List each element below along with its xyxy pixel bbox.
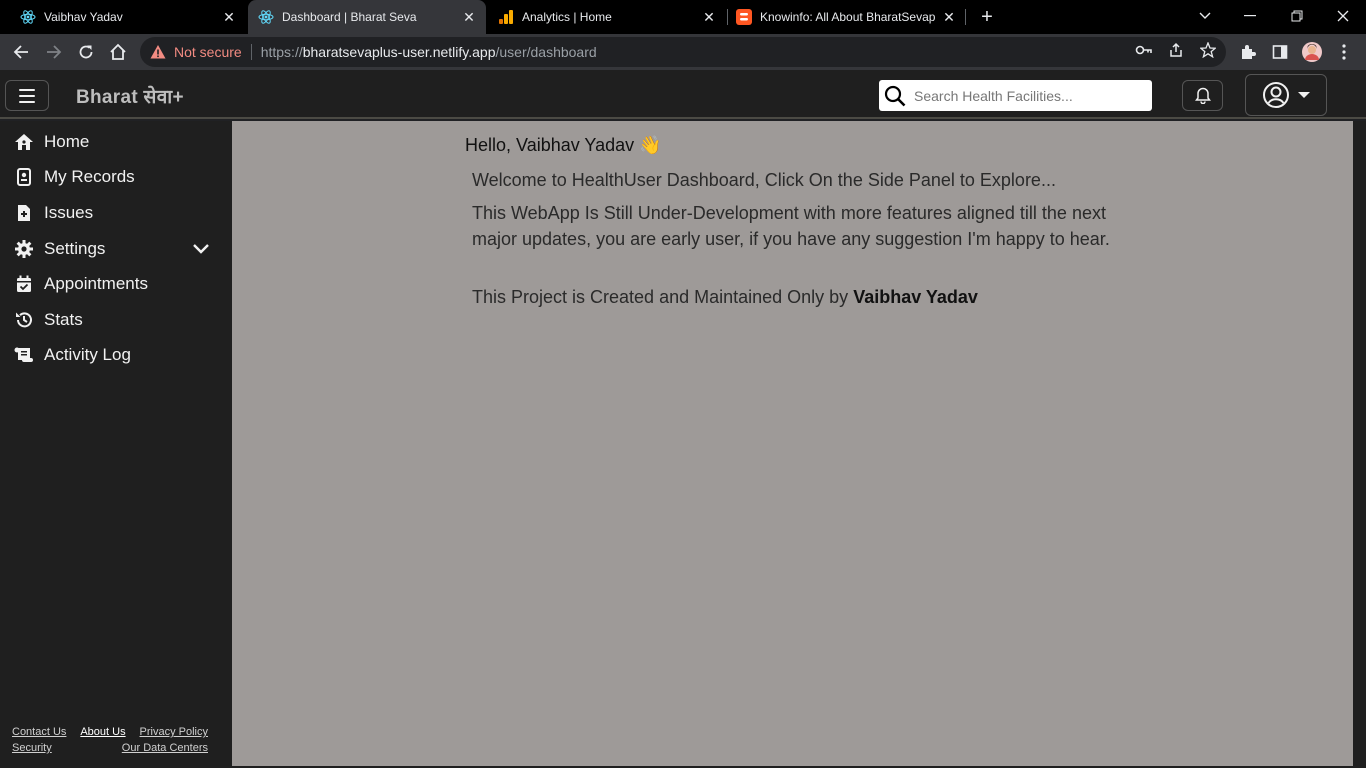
tab-vaibhav-yadav[interactable]: Vaibhav Yadav ✕	[0, 0, 246, 34]
sidebar-item-appointments[interactable]: Appointments	[0, 267, 232, 301]
react-icon	[20, 9, 36, 25]
notice-text: This WebApp Is Still Under-Development w…	[472, 203, 1110, 249]
window-close-icon[interactable]	[1331, 5, 1355, 27]
contact-us-link[interactable]: Contact Us	[12, 724, 66, 740]
browser-toolbar: Not secure https://bharatsevaplus-user.n…	[0, 34, 1366, 70]
search-box	[879, 80, 1152, 111]
records-icon	[14, 167, 34, 187]
security-label[interactable]: Not secure	[174, 44, 242, 60]
warning-icon[interactable]	[150, 44, 166, 60]
sidebar-footer: Contact Us About Us Privacy Policy Secur…	[12, 724, 208, 756]
sidebar-item-label: Home	[44, 132, 90, 151]
tab-title: Analytics | Home	[522, 10, 612, 24]
extensions-icon[interactable]	[1237, 41, 1259, 63]
brand-logo-text[interactable]: Bharat सेवा+	[76, 83, 184, 109]
user-menu-button[interactable]	[1245, 74, 1327, 116]
sidebar-item-label: Settings	[44, 239, 106, 258]
analytics-icon	[498, 9, 514, 25]
key-icon[interactable]	[1135, 41, 1153, 59]
close-icon[interactable]: ✕	[940, 8, 958, 26]
sidebar-item-home[interactable]: Home	[0, 125, 232, 159]
data-centers-link[interactable]: Our Data Centers	[122, 740, 208, 756]
notifications-button[interactable]	[1182, 80, 1223, 111]
calendar-icon	[14, 274, 34, 294]
new-tab-button[interactable]: +	[976, 7, 998, 27]
forward-icon[interactable]	[40, 38, 68, 66]
sidebar-item-label: Activity Log	[44, 345, 131, 364]
sidebar-item-issues[interactable]: Issues	[0, 196, 232, 230]
sidebar: Home My Records Issues Settings Appointm…	[0, 121, 232, 768]
back-icon[interactable]	[7, 38, 35, 66]
url-host: bharatsevaplus-user.netlify.app	[302, 44, 496, 60]
tab-separator	[965, 9, 966, 25]
reload-icon[interactable]	[72, 38, 100, 66]
url-text[interactable]: https://bharatsevaplus-user.netlify.app/…	[261, 44, 597, 60]
about-us-link[interactable]: About Us	[80, 724, 125, 740]
more-menu-icon[interactable]	[1333, 41, 1355, 63]
credit-prefix: This Project is Created and Maintained O…	[472, 287, 854, 307]
privacy-policy-link[interactable]: Privacy Policy	[140, 724, 208, 740]
share-icon[interactable]	[1167, 41, 1185, 59]
close-icon[interactable]: ✕	[700, 8, 718, 26]
chevron-down-icon[interactable]	[192, 240, 210, 258]
history-icon	[14, 310, 34, 330]
restore-icon[interactable]	[1285, 5, 1309, 27]
url-path: /user/dashboard	[495, 44, 597, 60]
divider	[250, 44, 252, 60]
hamburger-icon	[19, 88, 35, 103]
sidebar-item-activity-log[interactable]: Activity Log	[0, 338, 232, 372]
sidebar-toggle-button[interactable]	[5, 80, 49, 111]
scrollbar-track[interactable]	[1353, 121, 1366, 766]
sidebar-item-stats[interactable]: Stats	[0, 303, 232, 337]
search-icon[interactable]	[882, 83, 908, 109]
welcome-text: Welcome to HealthUser Dashboard, Click O…	[472, 170, 1056, 190]
bell-icon	[1194, 87, 1211, 104]
issues-icon	[14, 203, 34, 223]
tab-title: Vaibhav Yadav	[44, 10, 123, 24]
user-circle-icon	[1263, 82, 1289, 108]
credit-text: This Project is Created and Maintained O…	[472, 284, 1132, 310]
home-browser-icon[interactable]	[104, 38, 132, 66]
star-icon[interactable]	[1199, 41, 1217, 59]
sidebar-item-label: My Records	[44, 167, 135, 186]
sidebar-item-label: Stats	[44, 310, 83, 329]
url-scheme: https://	[260, 44, 303, 60]
profile-avatar-icon[interactable]	[1301, 41, 1323, 63]
address-bar[interactable]: Not secure https://bharatsevaplus-user.n…	[140, 37, 1226, 67]
minimize-icon[interactable]	[1238, 5, 1262, 27]
tab-analytics[interactable]: Analytics | Home ✕	[488, 0, 726, 34]
tab-title: Dashboard | Bharat Seva	[282, 10, 417, 24]
greeting-heading: Hello, Vaibhav Yadav 👋	[465, 135, 662, 155]
close-icon[interactable]: ✕	[460, 8, 478, 26]
tab-search-icon[interactable]	[1193, 5, 1217, 27]
search-input[interactable]	[914, 87, 1144, 104]
sidebar-item-label: Appointments	[44, 274, 148, 293]
sidebar-item-label: Issues	[44, 203, 94, 222]
security-link[interactable]: Security	[12, 740, 52, 756]
caret-down-icon	[1298, 92, 1310, 98]
blogger-icon	[736, 9, 752, 25]
sidebar-item-my-records[interactable]: My Records	[0, 160, 232, 194]
scroll-icon	[14, 345, 34, 365]
browser-tab-strip: Vaibhav Yadav ✕ Dashboard | Bharat Seva …	[0, 0, 1366, 34]
close-icon[interactable]: ✕	[220, 8, 238, 26]
app-header: Bharat सेवा+	[0, 70, 1366, 119]
react-icon	[258, 9, 274, 25]
sidebar-item-settings[interactable]: Settings	[0, 232, 232, 266]
tab-title: Knowinfo: All About BharatSevap	[760, 10, 936, 24]
main-content: Hello, Vaibhav Yadav 👋 Welcome to Health…	[232, 121, 1353, 766]
tab-knowinfo[interactable]: Knowinfo: All About BharatSevap ✕	[728, 0, 966, 34]
home-icon	[14, 132, 34, 152]
credit-author: Vaibhav Yadav	[853, 287, 978, 307]
tab-dashboard[interactable]: Dashboard | Bharat Seva ✕	[248, 0, 486, 34]
side-panel-icon[interactable]	[1269, 41, 1291, 63]
gear-icon	[14, 239, 34, 259]
